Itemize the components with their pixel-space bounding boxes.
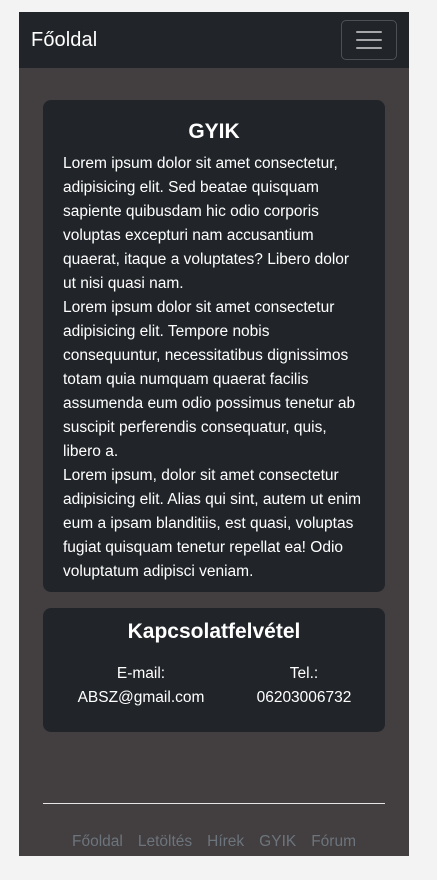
faq-title: GYIK [188, 120, 240, 143]
navbar: Főoldal [19, 12, 409, 68]
footer-link-letoltes[interactable]: Letöltés [138, 832, 192, 852]
footer-link-gyik[interactable]: GYIK [259, 832, 296, 852]
navbar-brand-link[interactable]: Főoldal [31, 29, 97, 52]
email-label: E-mail: [116, 665, 166, 682]
faq-paragraph: Lorem ipsum dolor sit amet consectetur, … [63, 155, 350, 292]
contact-details: E-mail: ABSZ@gmail.com Tel.: 06203006732 [59, 662, 369, 710]
contact-email: E-mail: ABSZ@gmail.com [59, 662, 223, 710]
faq-card: GYIK Lorem ipsum dolor sit amet consecte… [43, 100, 385, 592]
phone-value: 06203006732 [256, 689, 352, 706]
contact-title: Kapcsolatfelvétel [127, 620, 301, 643]
hamburger-bar [356, 47, 382, 49]
footer-nav: Főoldal Letöltés Hírek GYIK Fórum [43, 832, 385, 852]
hamburger-menu-icon [356, 31, 382, 49]
app-frame: Főoldal GYIK Lorem ipsum dolor sit amet … [19, 12, 409, 856]
contact-card: Kapcsolatfelvétel E-mail: ABSZ@gmail.com… [43, 608, 385, 732]
hamburger-bar [356, 31, 382, 33]
phone-label: Tel.: [289, 665, 319, 682]
contact-phone: Tel.: 06203006732 [239, 662, 369, 710]
faq-paragraph: Lorem ipsum dolor sit amet consectetur a… [63, 299, 356, 460]
hamburger-bar [356, 39, 382, 41]
navbar-toggle-button[interactable] [341, 20, 397, 60]
footer-divider [43, 803, 385, 804]
faq-paragraph: Lorem ipsum, dolor sit amet consectetur … [63, 467, 362, 580]
footer-link-forum[interactable]: Fórum [311, 832, 356, 852]
email-value: ABSZ@gmail.com [77, 689, 205, 706]
footer-link-fooldal[interactable]: Főoldal [72, 832, 123, 852]
footer-link-hirek[interactable]: Hírek [207, 832, 244, 852]
